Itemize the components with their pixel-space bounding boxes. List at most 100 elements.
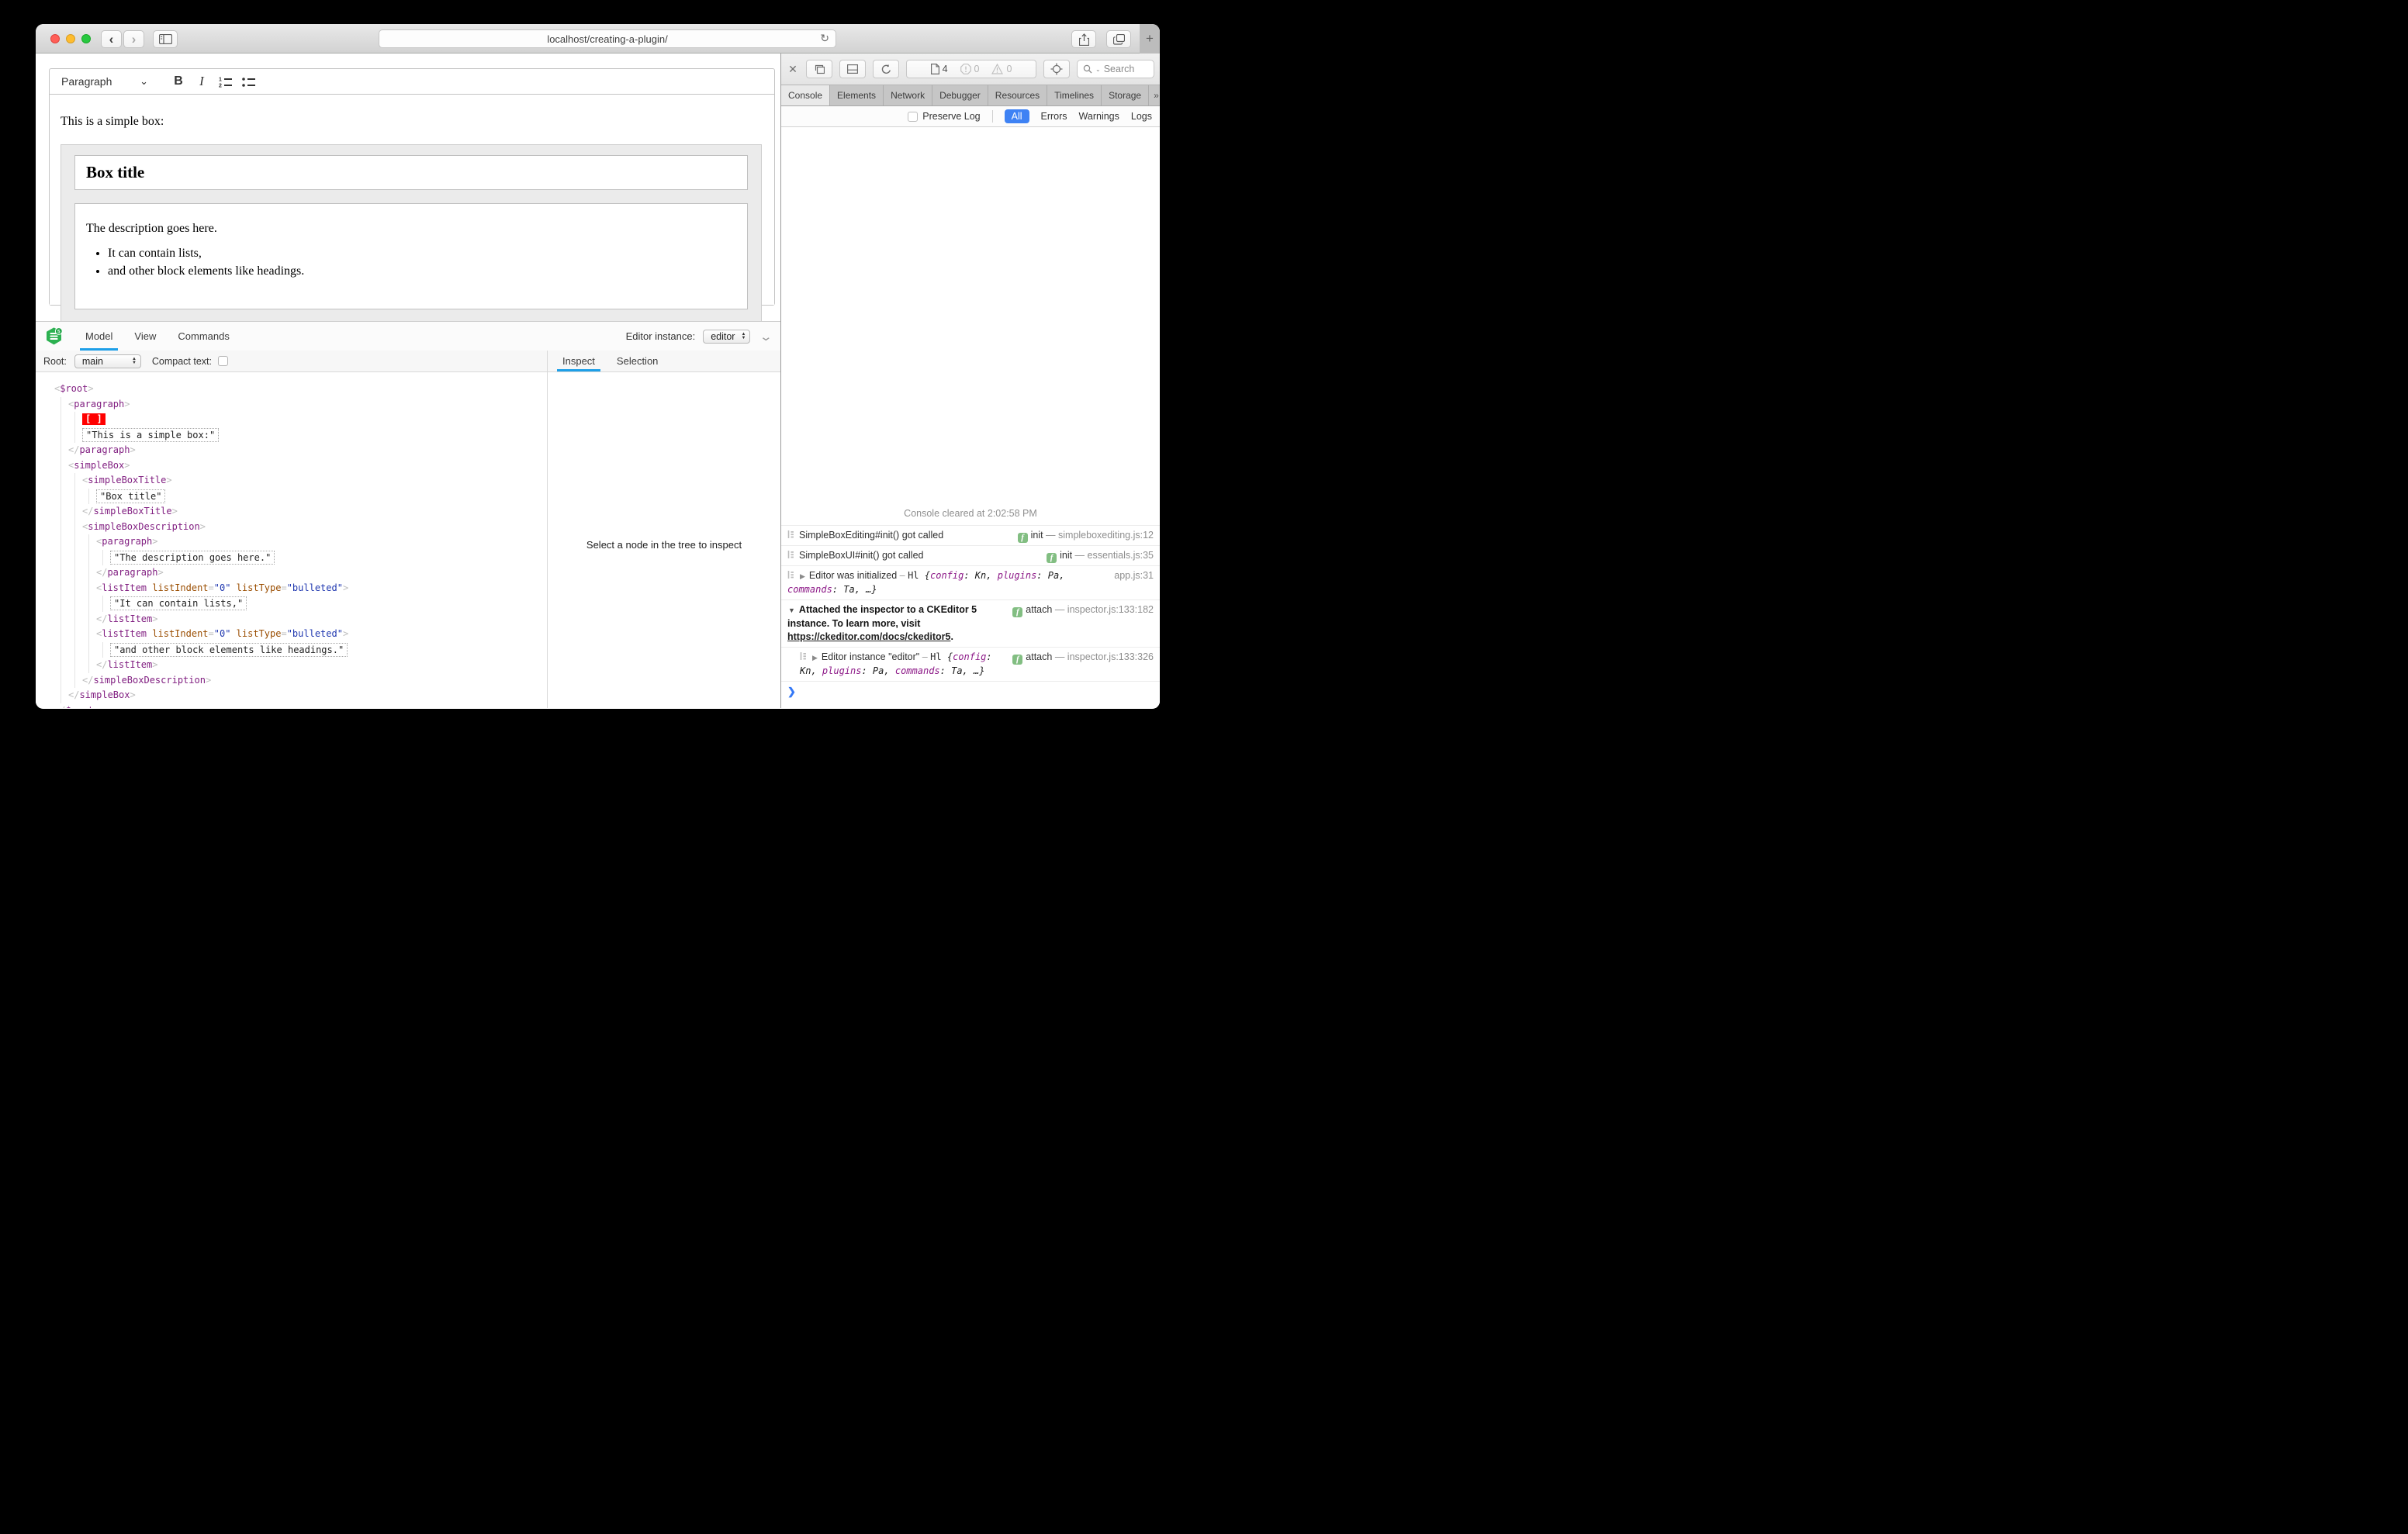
filter-option-errors[interactable]: Errors <box>1041 111 1067 122</box>
devtools-tab-storage[interactable]: Storage <box>1102 85 1150 105</box>
share-button[interactable] <box>1071 30 1096 48</box>
console-output: Console cleared at 2:02:58 PM f init — si… <box>781 127 1160 708</box>
browser-titlebar: ‹ › localhost/creating-a-plugin/ ↻ + <box>36 24 1160 54</box>
console-log-row[interactable]: f attach — inspector.js:133:326 ▶ Editor in… <box>781 647 1160 681</box>
model-tag-close[interactable]: </simpleBox> <box>68 688 547 703</box>
model-tag-open[interactable]: <$root> <box>54 382 547 397</box>
devtools-tab-resources[interactable]: Resources <box>988 85 1048 105</box>
inspector-tab-view[interactable]: View <box>129 322 161 351</box>
model-text-node[interactable]: "Box title" <box>96 489 547 505</box>
filter-option-warnings[interactable]: Warnings <box>1079 111 1119 122</box>
model-tag-close[interactable]: </$root> <box>54 703 547 709</box>
root-select[interactable]: main ▲ ▼ <box>74 354 141 368</box>
model-tag-open[interactable]: <simpleBoxTitle> <box>82 473 547 489</box>
model-tag-close[interactable]: </listItem> <box>96 612 547 627</box>
model-tag-close[interactable]: </listItem> <box>96 658 547 673</box>
italic-icon: I <box>199 74 204 88</box>
numbered-list-button[interactable]: 12 <box>213 72 237 91</box>
console-log-row[interactable]: app.js:31 ▶ Editor was initialized – Hl {c… <box>781 565 1160 599</box>
model-tag-open[interactable]: <simpleBox> <box>68 458 547 474</box>
address-bar[interactable]: localhost/creating-a-plugin/ ↻ <box>379 29 836 48</box>
model-text-node[interactable]: "It can contain lists," <box>110 596 547 612</box>
model-text-node[interactable]: "This is a simple box:" <box>82 427 547 444</box>
forward-button[interactable]: › <box>123 30 144 48</box>
model-tag-close[interactable]: </simpleBoxTitle> <box>82 504 547 520</box>
console-prompt[interactable]: ❯ <box>781 681 1160 708</box>
web-inspector-panel: ✕ 4 0 0 ⌄ Search Console Elements Networ… <box>780 54 1160 708</box>
tab-overview-button[interactable] <box>1106 30 1131 48</box>
devtools-tab-network[interactable]: Network <box>884 85 933 105</box>
console-log-row[interactable]: f init — essentials.js:35 SimpleBoxUI#init… <box>781 545 1160 565</box>
console-source-link[interactable]: f init — simpleboxediting.js:12 <box>1017 529 1154 543</box>
devtools-tab-debugger[interactable]: Debugger <box>932 85 988 105</box>
inspector-subheader: Root: main ▲ ▼ Compact text: Inspect Selec… <box>36 351 780 372</box>
filter-option-all[interactable]: All <box>1004 109 1029 123</box>
disclosure-triangle-icon[interactable]: ▼ <box>788 606 795 614</box>
bold-button[interactable]: B <box>167 72 190 91</box>
collapse-inspector-icon[interactable]: ⌄ <box>759 330 773 344</box>
close-window-button[interactable] <box>50 34 60 43</box>
devtools-tab-elements[interactable]: Elements <box>830 85 884 105</box>
forward-icon: › <box>131 31 137 47</box>
reload-page-button[interactable] <box>873 60 899 78</box>
model-tag-open[interactable]: <paragraph> <box>68 397 547 413</box>
devtools-tab-timelines[interactable]: Timelines <box>1047 85 1102 105</box>
disclosure-triangle-icon[interactable]: ▶ <box>812 654 818 662</box>
svg-text:2: 2 <box>219 83 222 88</box>
more-tabs-icon[interactable]: » <box>1149 85 1160 105</box>
disclosure-triangle-icon[interactable]: ▶ <box>800 572 805 580</box>
description-list-item[interactable]: and other block elements like headings. <box>108 264 736 278</box>
back-button[interactable]: ‹ <box>101 30 122 48</box>
model-tag-close[interactable]: </paragraph> <box>68 443 547 458</box>
compact-text-checkbox[interactable] <box>218 356 229 366</box>
devtools-search-field[interactable]: ⌄ Search <box>1077 60 1154 78</box>
model-tag-close[interactable]: </paragraph> <box>96 565 547 581</box>
console-log-row[interactable]: f init — simpleboxediting.js:12 SimpleBoxE… <box>781 525 1160 545</box>
devtools-tab-console[interactable]: Console <box>781 85 831 105</box>
paragraph-style-dropdown[interactable]: Paragraph ⌄ <box>61 75 148 88</box>
console-source-link[interactable]: f attach — inspector.js:133:326 <box>1012 651 1154 665</box>
intro-paragraph[interactable]: This is a simple box: <box>61 115 765 129</box>
inspector-tab-model[interactable]: Model <box>80 322 119 351</box>
description-list-item[interactable]: It can contain lists, <box>108 247 736 261</box>
inspector-tab-commands[interactable]: Commands <box>172 322 234 351</box>
node-tab-inspect[interactable]: Inspect <box>557 351 600 371</box>
simple-box-widget[interactable]: Box title The description goes here. It … <box>61 144 762 326</box>
resource-summary[interactable]: 4 0 0 <box>906 60 1036 78</box>
preserve-log-checkbox[interactable] <box>908 111 919 122</box>
sidebar-toggle-button[interactable] <box>153 30 178 48</box>
minimize-window-button[interactable] <box>66 34 75 43</box>
zoom-window-button[interactable] <box>81 34 91 43</box>
ckeditor-inspector: 5 Model View Commands Editor instance: edi… <box>36 321 780 708</box>
reload-icon[interactable]: ↻ <box>820 32 829 45</box>
model-tag-open[interactable]: <simpleBoxDescription> <box>82 520 547 535</box>
bulleted-list-button[interactable] <box>237 72 260 91</box>
console-source-link[interactable]: f init — essentials.js:35 <box>1047 549 1154 563</box>
close-inspector-button[interactable]: ✕ <box>787 63 799 76</box>
new-tab-button[interactable]: + <box>1140 24 1160 54</box>
ckeditor-frame: Paragraph ⌄ B I 12 This is a simple box:… <box>49 68 775 326</box>
editor-content[interactable]: This is a simple box: Box title The desc… <box>50 95 774 326</box>
detach-inspector-button[interactable] <box>806 60 832 78</box>
model-text-node[interactable]: "and other block elements like headings.… <box>110 642 547 658</box>
simple-box-title[interactable]: Box title <box>74 155 748 190</box>
model-tag-open[interactable]: <listItem listIndent="0" listType="bulle… <box>96 581 547 596</box>
model-selection-marker[interactable]: [ ] <box>82 412 547 427</box>
model-tag-open[interactable]: <paragraph> <box>96 534 547 550</box>
address-bar-url: localhost/creating-a-plugin/ <box>547 33 668 45</box>
console-source-link[interactable]: f attach — inspector.js:133:182 <box>1012 603 1154 630</box>
element-picker-button[interactable] <box>1043 60 1070 78</box>
italic-button[interactable]: I <box>190 72 213 91</box>
description-paragraph[interactable]: The description goes here. <box>86 222 736 236</box>
model-tag-open[interactable]: <listItem listIndent="0" listType="bulle… <box>96 627 547 642</box>
model-text-node[interactable]: "The description goes here." <box>110 550 547 566</box>
preserve-log-control[interactable]: Preserve Log <box>908 111 981 122</box>
console-source-link[interactable]: app.js:31 <box>1114 569 1154 582</box>
filter-option-logs[interactable]: Logs <box>1131 111 1152 122</box>
console-log-row[interactable]: f attach — inspector.js:133:182 ▼ Attached … <box>781 599 1160 647</box>
node-tab-selection[interactable]: Selection <box>611 351 663 371</box>
model-tag-close[interactable]: </simpleBoxDescription> <box>82 673 547 689</box>
dock-bottom-button[interactable] <box>839 60 866 78</box>
editor-instance-select[interactable]: editor ▲ ▼ <box>703 329 751 344</box>
simple-box-description[interactable]: The description goes here. It can contai… <box>74 203 748 309</box>
